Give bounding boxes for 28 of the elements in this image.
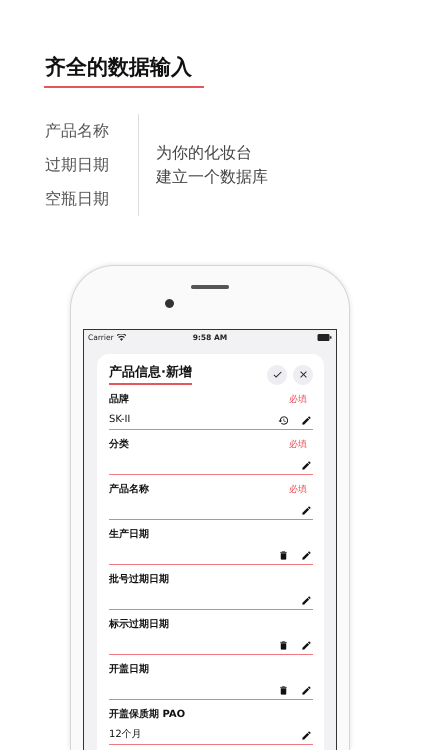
field-label: 开盖保质期 PAO [109, 708, 186, 722]
field-label: 批号过期日期 [109, 573, 169, 587]
headline: 齐全的数据输入 [44, 52, 204, 88]
field-label: 标示过期日期 [109, 618, 169, 632]
required-label: 必填 [289, 484, 307, 497]
tagline-text: 建立一个数据库 [156, 166, 268, 188]
required-label: 必填 [289, 394, 307, 407]
battery-icon [316, 334, 332, 340]
check-icon[interactable] [272, 369, 282, 380]
close-button[interactable] [293, 364, 313, 384]
field-label: 产品名称 [109, 483, 149, 497]
field-label: 开盖日期 [109, 663, 149, 677]
wifi-icon [116, 334, 126, 340]
field-label: 分类 [109, 438, 129, 452]
field-label: 生产日期 [109, 528, 149, 542]
tagline-text: 为你的化妆台 [156, 142, 253, 164]
required-label: 必填 [289, 438, 307, 452]
form-title: 产品信息·新增 [109, 364, 192, 385]
check-button[interactable] [267, 364, 287, 384]
feature-label: 过期日期 [45, 154, 110, 176]
field-value: 12个月 [109, 728, 143, 742]
camera [165, 299, 174, 308]
speaker [191, 285, 229, 289]
field-value: SK-II [109, 413, 132, 427]
close-icon[interactable] [298, 369, 308, 380]
field-label: 品牌 [109, 393, 129, 407]
feature-label: 产品名称 [45, 120, 110, 142]
feature-label: 空瓶日期 [45, 188, 110, 210]
